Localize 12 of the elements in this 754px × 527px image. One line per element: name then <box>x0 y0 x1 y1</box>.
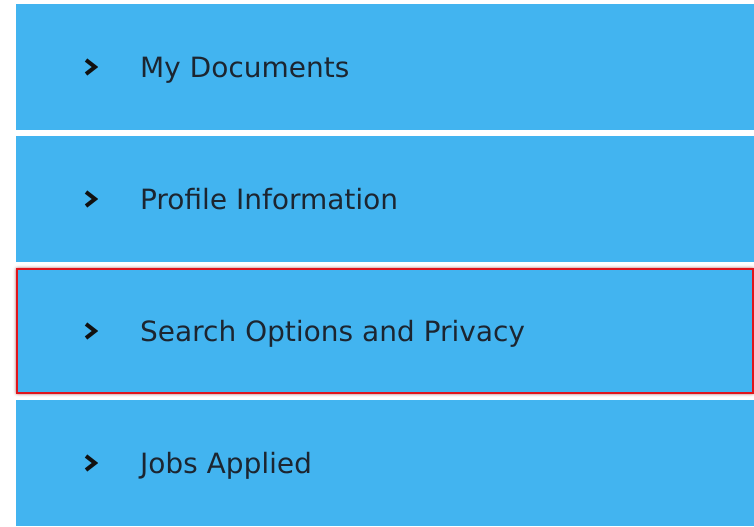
chevron-icon <box>84 190 98 208</box>
chevron-icon <box>84 322 98 340</box>
section-header[interactable]: My Documents <box>16 4 754 130</box>
chevron-icon <box>84 454 98 472</box>
section-title: Profile Information <box>140 182 398 216</box>
section-header[interactable]: Jobs Applied <box>16 400 754 526</box>
chevron-icon <box>84 58 98 76</box>
section-header[interactable]: Search Options and Privacy <box>16 268 754 394</box>
section-title: Jobs Applied <box>140 446 312 480</box>
section-title: My Documents <box>140 50 350 84</box>
section-title: Search Options and Privacy <box>140 314 525 348</box>
section-header[interactable]: Profile Information <box>16 136 754 262</box>
